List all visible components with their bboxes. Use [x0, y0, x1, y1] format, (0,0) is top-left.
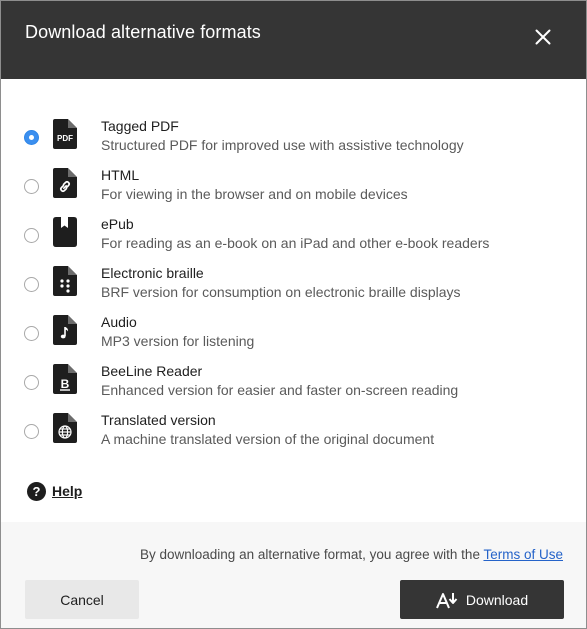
format-description: For reading as an e-book on an iPad and …: [101, 235, 490, 251]
format-description: A machine translated version of the orig…: [101, 431, 435, 447]
format-title: Translated version: [101, 412, 216, 428]
download-label: Download: [465, 591, 529, 608]
format-option-epub[interactable]: ePub For reading as an e-book on an iPad…: [1, 207, 586, 256]
help-icon: ?: [27, 481, 46, 501]
format-description: BRF version for consumption on electroni…: [101, 284, 461, 300]
download-formats-dialog: Download alternative formats PDF Tagged …: [0, 0, 587, 629]
format-description: For viewing in the browser and on mobile…: [101, 186, 408, 202]
dialog-header: Download alternative formats: [1, 1, 586, 79]
close-icon: [535, 29, 551, 45]
format-option-beeline-reader[interactable]: B BeeLine Reader Enhanced version for ea…: [1, 354, 586, 403]
format-description: Structured PDF for improved use with ass…: [101, 137, 464, 153]
format-option-electronic-braille[interactable]: Electronic braille BRF version for consu…: [1, 256, 586, 305]
format-radio[interactable]: [24, 326, 39, 341]
dialog-footer: By downloading an alternative format, yo…: [1, 522, 586, 628]
format-title: Electronic braille: [101, 265, 204, 281]
format-radio[interactable]: [24, 179, 39, 194]
terms-notice: By downloading an alternative format, yo…: [140, 547, 563, 562]
book-icon: [53, 217, 77, 247]
close-button[interactable]: [529, 23, 557, 51]
cancel-button[interactable]: Cancel: [25, 580, 139, 619]
beeline-file-icon: B: [53, 364, 77, 394]
format-title: Tagged PDF: [101, 118, 179, 134]
format-option-translated-version[interactable]: Translated version A machine translated …: [1, 403, 586, 452]
format-title: Audio: [101, 314, 137, 330]
format-option-tagged-pdf[interactable]: PDF Tagged PDF Structured PDF for improv…: [1, 109, 586, 158]
format-radio[interactable]: [24, 130, 39, 145]
help-link[interactable]: ? Help: [27, 481, 82, 501]
format-radio[interactable]: [24, 277, 39, 292]
format-option-list: PDF Tagged PDF Structured PDF for improv…: [1, 109, 586, 452]
format-option-audio[interactable]: Audio MP3 version for listening: [1, 305, 586, 354]
pdf-file-icon: PDF: [53, 119, 77, 149]
help-label[interactable]: Help: [52, 483, 82, 499]
format-option-html[interactable]: HTML For viewing in the browser and on m…: [1, 158, 586, 207]
svg-text:PDF: PDF: [57, 134, 73, 143]
terms-prefix: By downloading an alternative format, yo…: [140, 547, 484, 562]
format-title: ePub: [101, 216, 134, 232]
format-radio[interactable]: [24, 228, 39, 243]
format-title: HTML: [101, 167, 140, 183]
audio-file-icon: [53, 315, 77, 345]
terms-of-use-link[interactable]: Terms of Use: [483, 547, 563, 562]
link-file-icon: [53, 168, 77, 198]
accessible-download-icon: [435, 592, 458, 608]
format-radio[interactable]: [24, 375, 39, 390]
svg-text:?: ?: [33, 484, 41, 499]
svg-text:B: B: [61, 377, 70, 391]
format-title: BeeLine Reader: [101, 363, 203, 379]
format-radio[interactable]: [24, 424, 39, 439]
braille-file-icon: [53, 266, 77, 296]
globe-file-icon: [53, 413, 77, 443]
download-button[interactable]: Download: [400, 580, 564, 619]
format-description: Enhanced version for easier and faster o…: [101, 382, 459, 398]
dialog-title: Download alternative formats: [25, 22, 261, 42]
format-description: MP3 version for listening: [101, 333, 255, 349]
